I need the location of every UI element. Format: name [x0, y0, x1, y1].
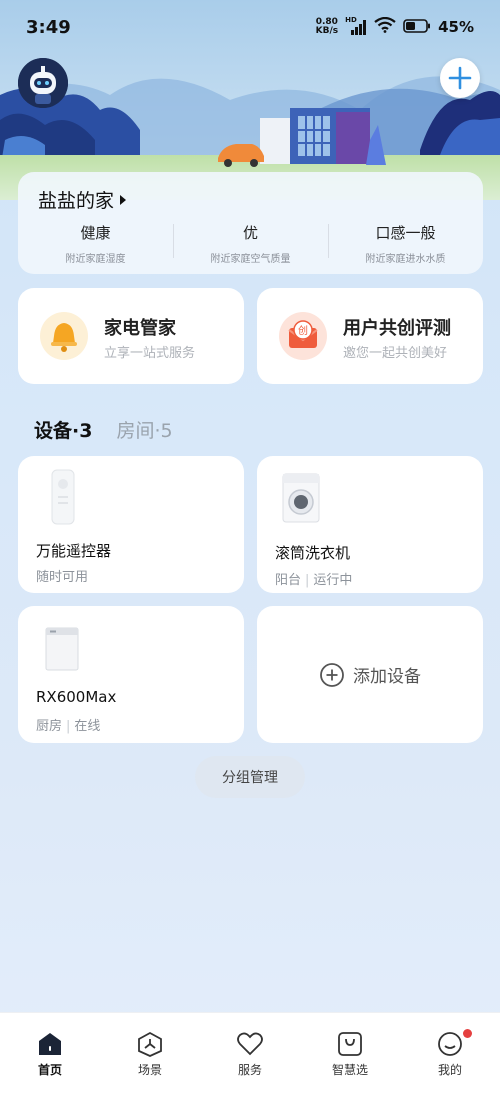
appliance-butler-card[interactable]: 家电管家 立享一站式服务: [18, 288, 244, 384]
tab-rooms[interactable]: 房间·5: [116, 416, 172, 443]
stat-water-quality[interactable]: 口感一般 附近家庭进水水质: [328, 222, 483, 265]
heart-icon: [237, 1032, 263, 1056]
nav-smart-select[interactable]: 智慧选: [300, 1013, 400, 1099]
add-button[interactable]: [440, 58, 480, 98]
wifi-icon: [374, 16, 396, 37]
device-card-washer[interactable]: 滚筒洗衣机 阳台 | 运行中: [257, 456, 483, 593]
bottom-nav: 首页 场景 服务 智慧选 我的: [0, 1012, 500, 1099]
device-name: RX600Max: [36, 688, 117, 706]
dishwasher-icon: [45, 627, 79, 671]
service-subtitle: 邀您一起共创美好: [343, 346, 448, 361]
device-status: 阳台 | 运行中: [275, 573, 353, 588]
nav-home[interactable]: 首页: [0, 1013, 100, 1099]
tab-devices[interactable]: 设备·3: [34, 416, 92, 443]
device-status: 厨房 | 在线: [36, 719, 101, 734]
scene-icon: [138, 1031, 162, 1057]
nav-scene[interactable]: 场景: [100, 1013, 200, 1099]
device-card-dishwasher[interactable]: RX600Max 厨房 | 在线: [18, 606, 244, 743]
home-icon: [39, 1033, 61, 1055]
group-manage-button[interactable]: 分组管理: [195, 756, 305, 798]
service-title: 用户共创评测: [343, 318, 451, 339]
nav-service[interactable]: 服务: [200, 1013, 300, 1099]
status-time: 3:49: [26, 17, 71, 38]
service-title: 家电管家: [104, 318, 176, 339]
plus-circle-icon: [320, 662, 344, 687]
status-icons: 0.80 KB/s HD 45%: [315, 16, 474, 37]
network-speed: 0.80 KB/s: [315, 17, 339, 36]
home-selector[interactable]: 盐盐的家: [38, 186, 127, 213]
bell-icon: [40, 312, 88, 360]
battery-icon: [403, 18, 431, 37]
stat-humidity[interactable]: 健康 附近家庭湿度: [18, 222, 173, 265]
home-name: 盐盐的家: [38, 190, 115, 212]
nav-profile[interactable]: 我的: [400, 1013, 500, 1099]
add-device-label: 添加设备: [353, 667, 421, 687]
signal-icon: HD: [345, 16, 367, 35]
robot-avatar-icon: [18, 58, 68, 108]
device-status: 随时可用: [36, 570, 89, 585]
home-stats: 健康 附近家庭湿度 优 附近家庭空气质量 口感一般 附近家庭进水水质: [18, 222, 483, 265]
status-bar: 3:49 0.80 KB/s HD 45%: [0, 0, 500, 56]
device-room-tabs: 设备·3 房间·5: [34, 416, 173, 443]
battery-percent: 45%: [438, 18, 474, 36]
washing-machine-icon: [282, 473, 320, 523]
stat-air-quality[interactable]: 优 附近家庭空气质量: [173, 222, 328, 265]
device-card-remote[interactable]: 万能遥控器 随时可用: [18, 456, 244, 593]
service-subtitle: 立享一站式服务: [104, 346, 196, 361]
device-name: 滚筒洗衣机: [275, 544, 351, 562]
caret-right-icon: [120, 194, 127, 205]
remote-control-icon: [51, 469, 75, 525]
notification-badge: [463, 1029, 472, 1038]
create-envelope-icon: 创: [279, 312, 327, 360]
device-name: 万能遥控器: [36, 542, 112, 560]
svg-text:创: 创: [298, 324, 308, 337]
add-device-button[interactable]: 添加设备: [257, 606, 483, 743]
profile-smile-icon: [438, 1032, 462, 1056]
plus-icon: [448, 66, 472, 90]
co-creation-card[interactable]: 创 用户共创评测 邀您一起共创美好: [257, 288, 483, 384]
shopping-bag-icon: [338, 1032, 362, 1056]
avatar[interactable]: [18, 58, 68, 108]
home-summary-card: 盐盐的家 健康 附近家庭湿度 优 附近家庭空气质量 口感一般 附近家庭进水水质: [18, 172, 483, 274]
